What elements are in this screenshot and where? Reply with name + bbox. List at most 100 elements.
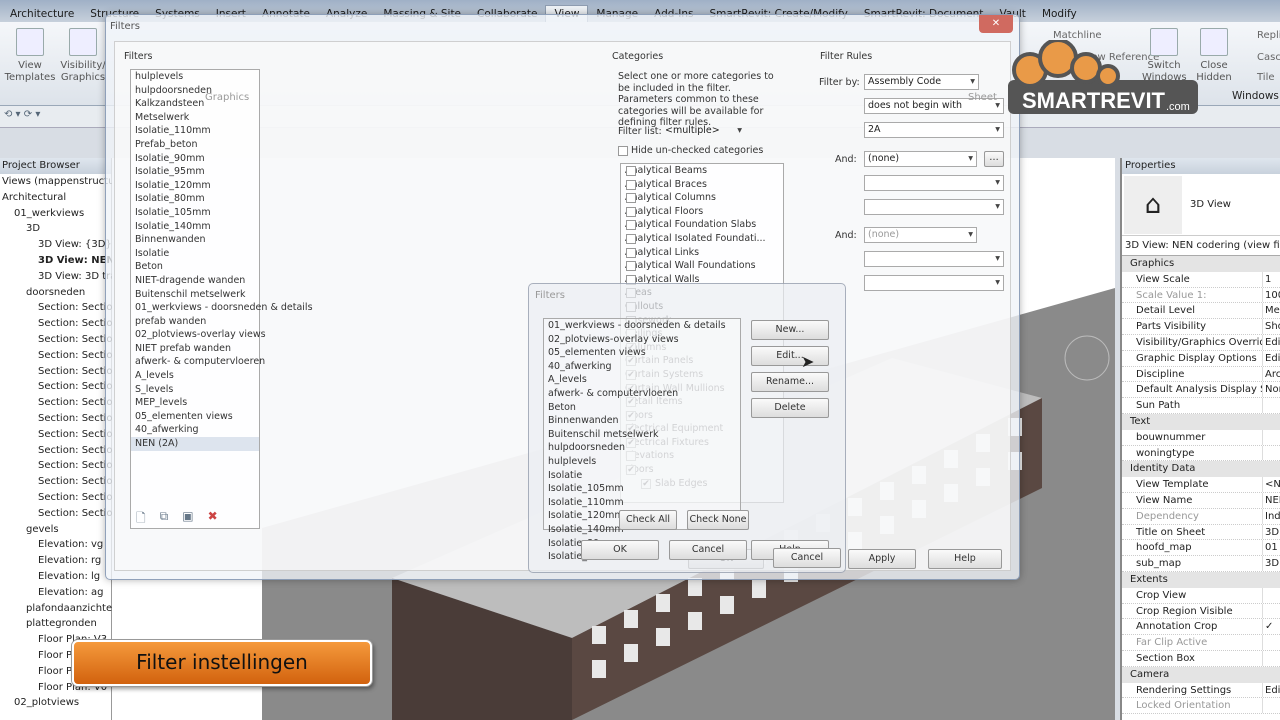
property-group-header[interactable]: Text	[1122, 413, 1280, 430]
instance-selector[interactable]: 3D View: NEN codering (view filter)	[1122, 236, 1280, 256]
category-checkbox[interactable]	[626, 193, 636, 204]
browser-item[interactable]: Views (mappenstructuur)	[0, 174, 129, 190]
property-value[interactable]: 1	[1262, 271, 1280, 287]
browser-item[interactable]: 3D View: {3D}	[0, 237, 112, 253]
duplicate-filter-icon[interactable]: ⧉	[160, 509, 169, 530]
property-value[interactable]: ✓	[1262, 619, 1280, 635]
apply-button[interactable]: Apply	[848, 549, 916, 569]
browser-item[interactable]: plafondaanzichten	[0, 601, 118, 617]
category-checkbox[interactable]	[626, 233, 636, 244]
property-group-header[interactable]: Graphics	[1122, 256, 1280, 272]
property-row[interactable]: View Scale 1	[1122, 271, 1280, 288]
browser-item[interactable]: Section: Section 12	[0, 348, 135, 364]
browser-item[interactable]: Section: Section 2	[0, 490, 128, 506]
property-row[interactable]: Crop Region Visible	[1122, 603, 1280, 620]
property-value[interactable]	[1262, 650, 1280, 666]
small-ok-button[interactable]: OK	[581, 540, 659, 560]
property-row[interactable]: Annotation Crop ✓	[1122, 619, 1280, 636]
browser-item[interactable]: gevels	[0, 522, 111, 538]
delete-button[interactable]: Delete	[751, 398, 829, 418]
filter-list-item[interactable]: 05_elementen views	[131, 410, 259, 424]
property-row[interactable]: Section Box	[1122, 650, 1280, 667]
rename-filter-icon[interactable]: ▣	[182, 509, 193, 530]
filter-list-item[interactable]: prefab wanden	[131, 315, 259, 329]
property-row[interactable]: woningtype	[1122, 445, 1280, 462]
property-row[interactable]: bouwnummer	[1122, 429, 1280, 446]
new-button[interactable]: New...	[751, 320, 829, 340]
small-filter-item[interactable]: Isolatie	[544, 469, 740, 483]
filter-list-item[interactable]: Isolatie_140mm	[131, 220, 259, 234]
filter-list-select[interactable]: <multiple>	[661, 123, 746, 139]
filter-list-item[interactable]: 01_werkviews - doorsneden & details	[131, 301, 313, 315]
property-value[interactable]: <None>	[1262, 477, 1280, 492]
property-row[interactable]: Dependency Independent	[1122, 508, 1280, 525]
category-item[interactable]: Analytical Columns	[621, 191, 783, 205]
category-checkbox[interactable]	[626, 206, 636, 217]
filter-list-item[interactable]: Prefab_beton	[131, 138, 259, 152]
browser-item[interactable]: Section: Section 14	[0, 316, 135, 332]
and-select[interactable]: (none)	[864, 151, 977, 167]
and2-select[interactable]: (none)	[864, 227, 977, 243]
small-filters-list[interactable]: 01_werkviews - doorsneden & details 02_pl…	[543, 318, 741, 562]
category-checkbox[interactable]	[626, 166, 636, 176]
filter-list-item[interactable]: Isolatie_90mm	[131, 152, 259, 166]
browser-item[interactable]: Section: Section 5	[0, 443, 128, 459]
browser-item[interactable]: 3D View: 3D transparant	[0, 269, 161, 285]
browser-item[interactable]: doorsneden	[0, 285, 111, 301]
property-value[interactable]: Edit...	[1262, 350, 1280, 366]
property-value[interactable]: Architectural	[1262, 366, 1280, 382]
property-row[interactable]: Locked Orientation	[1122, 698, 1280, 715]
property-value[interactable]	[1262, 445, 1280, 461]
small-filter-item[interactable]: 40_afwerking	[544, 360, 740, 374]
and-value-input[interactable]	[864, 199, 1004, 215]
filter-list-item[interactable]: NIET-dragende wanden	[131, 274, 259, 288]
small-filter-item[interactable]: hulplevels	[544, 455, 740, 469]
browser-item[interactable]: 3D View: NEN codering (view filter)	[0, 253, 237, 269]
filter-list-item[interactable]: Isolatie_105mm	[131, 206, 259, 220]
property-value[interactable]	[1262, 398, 1280, 413]
property-value[interactable]	[1262, 635, 1280, 650]
small-filter-item[interactable]: 05_elementen views	[544, 346, 740, 360]
filter-list-item[interactable]: Binnenwanden	[131, 233, 259, 247]
property-value[interactable]: 100	[1262, 287, 1280, 303]
property-value[interactable]: 3D	[1262, 524, 1280, 540]
category-checkbox[interactable]	[626, 261, 636, 272]
property-value[interactable]	[1262, 429, 1280, 445]
category-checkbox[interactable]	[626, 220, 636, 231]
small-filter-item[interactable]: Isolatie_105mm	[544, 482, 740, 496]
browser-item[interactable]: Section: Section 8	[0, 395, 128, 411]
help-button[interactable]: Help	[928, 549, 1002, 569]
filter-list-item[interactable]: 40_afwerking	[131, 423, 259, 437]
category-item[interactable]: Analytical Floors	[621, 205, 783, 219]
category-item[interactable]: Analytical Braces	[621, 178, 783, 192]
filter-list-item[interactable]: hulplevels	[131, 70, 259, 84]
filter-list-item[interactable]: Isolatie_80mm	[131, 192, 259, 206]
property-value[interactable]: None	[1262, 382, 1280, 398]
value-input[interactable]: 2A	[864, 122, 1004, 138]
filters-list[interactable]: hulplevels hulpdoorsneden Kalkzandsteen Met…	[130, 69, 313, 529]
filter-list-item[interactable]: afwerk- & computervloeren	[131, 355, 265, 369]
browser-item[interactable]: 02_plotviews	[0, 695, 111, 711]
browser-item[interactable]: Section: Section 15	[0, 300, 135, 316]
filter-list-item[interactable]: A_levels	[131, 369, 259, 383]
property-row[interactable]: Parts Visibility Show	[1122, 319, 1280, 335]
category-item[interactable]: Analytical Wall Foundations	[621, 259, 783, 273]
filter-list-item[interactable]: Buitenschil metselwerk	[131, 288, 259, 302]
filter-list-item[interactable]: Metselwerk	[131, 111, 259, 125]
browser-item[interactable]: Section: Section 6	[0, 427, 128, 443]
property-row[interactable]: Graphic Display Options Edit...	[1122, 350, 1280, 367]
category-checkbox[interactable]	[626, 179, 636, 190]
browser-item[interactable]: Elevation: vg	[0, 537, 111, 553]
browser-item[interactable]: plattegronden	[0, 616, 111, 632]
property-row[interactable]: Scale Value 1: 100	[1122, 287, 1280, 304]
and-operator-select[interactable]	[864, 175, 1004, 191]
small-filter-item[interactable]: A_levels	[544, 373, 740, 387]
replicate-button[interactable]: Replicate	[1257, 30, 1280, 41]
category-item[interactable]: Analytical Isolated Foundati...	[621, 232, 783, 246]
filter-list-item[interactable]: NIET prefab wanden	[131, 342, 259, 356]
property-value[interactable]	[1262, 698, 1280, 714]
sheet-label[interactable]: Sheet	[968, 92, 997, 103]
and2-operator-select[interactable]	[864, 251, 1004, 267]
property-value[interactable]	[1262, 587, 1280, 603]
property-value[interactable]: 3D	[1262, 556, 1280, 571]
